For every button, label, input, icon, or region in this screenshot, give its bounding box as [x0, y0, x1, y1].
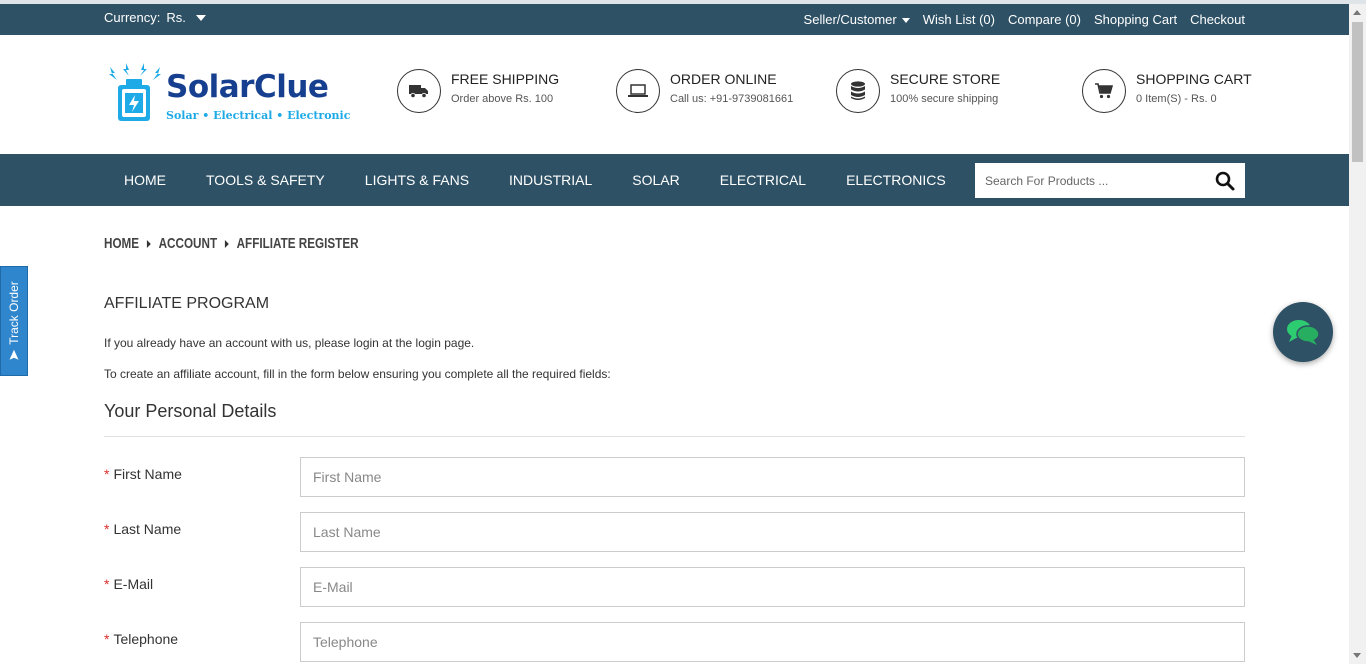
telephone-label-text: Telephone	[113, 631, 179, 647]
nav-item-home[interactable]: HOME	[104, 154, 186, 206]
chevron-right-icon	[146, 239, 151, 248]
chat-bubbles-icon	[1287, 320, 1320, 345]
email-label: * E-Mail	[104, 576, 153, 592]
feature-title: ORDER ONLINE	[670, 71, 777, 87]
form-instructions: To create an affiliate account, fill in …	[104, 367, 611, 381]
top-bar: Currency: Rs. Seller/Customer Wish List …	[0, 4, 1349, 35]
first-name-label: * First Name	[104, 466, 182, 482]
currency-value: Rs.	[166, 10, 186, 25]
compare-link[interactable]: Compare (0)	[1008, 12, 1081, 27]
feature-title: SHOPPING CART	[1136, 71, 1252, 87]
chevron-down-icon	[901, 18, 910, 24]
first-name-label-text: First Name	[113, 466, 182, 482]
nav-menu: HOME TOOLS & SAFETY LIGHTS & FANS INDUST…	[104, 154, 966, 206]
form-row-first-name: * First Name	[104, 457, 1245, 497]
intro-prefix: If you already have an account with us, …	[104, 336, 416, 350]
battery-logo-icon	[109, 63, 161, 121]
nav-item-solar[interactable]: SOLAR	[612, 154, 699, 206]
search-box	[975, 163, 1245, 198]
breadcrumb-affiliate-register[interactable]: AFFILIATE REGISTER	[237, 235, 359, 252]
checkout-link[interactable]: Checkout	[1190, 12, 1245, 27]
currency-selector[interactable]: Currency: Rs.	[104, 10, 206, 25]
last-name-input[interactable]	[300, 512, 1245, 552]
breadcrumb-home[interactable]: HOME	[104, 235, 139, 252]
required-mark: *	[104, 466, 110, 482]
first-name-input[interactable]	[300, 457, 1245, 497]
page-scrollbar[interactable]	[1349, 4, 1366, 664]
required-mark: *	[104, 521, 110, 537]
track-order-tab[interactable]: Track Order	[0, 266, 28, 376]
main-nav: HOME TOOLS & SAFETY LIGHTS & FANS INDUST…	[0, 154, 1349, 206]
nav-item-electrical[interactable]: ELECTRICAL	[700, 154, 826, 206]
email-input[interactable]	[300, 567, 1245, 607]
track-order-content: Track Order	[7, 281, 21, 361]
telephone-input[interactable]	[300, 622, 1245, 662]
feature-title: FREE SHIPPING	[451, 71, 560, 87]
shopping-cart-link[interactable]: Shopping Cart	[1094, 12, 1177, 27]
chat-button[interactable]	[1273, 302, 1333, 362]
last-name-label-text: Last Name	[113, 521, 182, 537]
nav-item-industrial[interactable]: INDUSTRIAL	[489, 154, 612, 206]
nav-item-lights-fans[interactable]: LIGHTS & FANS	[345, 154, 489, 206]
cart-icon	[1082, 69, 1126, 113]
feature-subtitle: 100% secure shipping	[890, 93, 999, 105]
track-order-label: Track Order	[7, 281, 21, 345]
feature-title: SECURE STORE	[890, 71, 1001, 87]
logo-name: SolarClue	[166, 69, 329, 105]
section-title: Your Personal Details	[104, 401, 277, 421]
page: Currency: Rs. Seller/Customer Wish List …	[0, 0, 1366, 664]
scroll-down-arrow-icon[interactable]	[1353, 653, 1361, 658]
plane-icon	[9, 349, 19, 360]
scroll-up-arrow-icon[interactable]	[1353, 10, 1361, 15]
required-mark: *	[104, 576, 110, 592]
wishlist-link[interactable]: Wish List (0)	[923, 12, 995, 27]
seller-customer-label: Seller/Customer	[803, 12, 897, 27]
required-mark: *	[104, 631, 110, 647]
email-label-text: E-Mail	[113, 576, 154, 592]
breadcrumb: HOME ACCOUNT AFFILIATE REGISTER	[104, 235, 359, 252]
page-title: AFFILIATE PROGRAM	[104, 295, 270, 312]
form-row-last-name: * Last Name	[104, 512, 1245, 552]
feature-subtitle: Order above Rs. 100	[451, 93, 554, 105]
chevron-right-icon	[224, 239, 229, 248]
feature-subtitle: Call us: +91-9739081661	[670, 93, 794, 105]
login-page-link[interactable]: login page	[416, 336, 471, 350]
database-icon	[836, 69, 880, 113]
truck-icon	[397, 69, 441, 113]
laptop-icon	[616, 69, 660, 113]
form-row-email: * E-Mail	[104, 567, 1245, 607]
nav-item-tools-safety[interactable]: TOOLS & SAFETY	[186, 154, 345, 206]
feature-subtitle: 0 Item(S) - Rs. 0	[1136, 93, 1217, 105]
last-name-label: * Last Name	[104, 521, 181, 537]
logo-tagline: Solar • Electrical • Electronic	[166, 109, 351, 122]
search-icon[interactable]	[1215, 171, 1235, 191]
login-intro-text: If you already have an account with us, …	[104, 336, 474, 350]
scrollbar-thumb[interactable]	[1352, 22, 1363, 162]
telephone-label: * Telephone	[104, 631, 178, 647]
seller-customer-dropdown[interactable]: Seller/Customer	[804, 12, 910, 27]
currency-label: Currency:	[104, 10, 161, 25]
top-links: Seller/Customer Wish List (0) Compare (0…	[804, 12, 1245, 27]
form-row-telephone: * Telephone	[104, 622, 1245, 662]
breadcrumb-account[interactable]: ACCOUNT	[159, 235, 218, 252]
intro-suffix: .	[470, 336, 475, 350]
search-input[interactable]	[975, 163, 1205, 198]
site-logo[interactable]: SolarClue Solar • Electrical • Electroni…	[104, 63, 364, 125]
chevron-down-icon	[195, 14, 206, 21]
section-divider	[104, 436, 1245, 437]
site-header: SolarClue Solar • Electrical • Electroni…	[0, 35, 1349, 154]
nav-item-electronics[interactable]: ELECTRONICS	[826, 154, 966, 206]
